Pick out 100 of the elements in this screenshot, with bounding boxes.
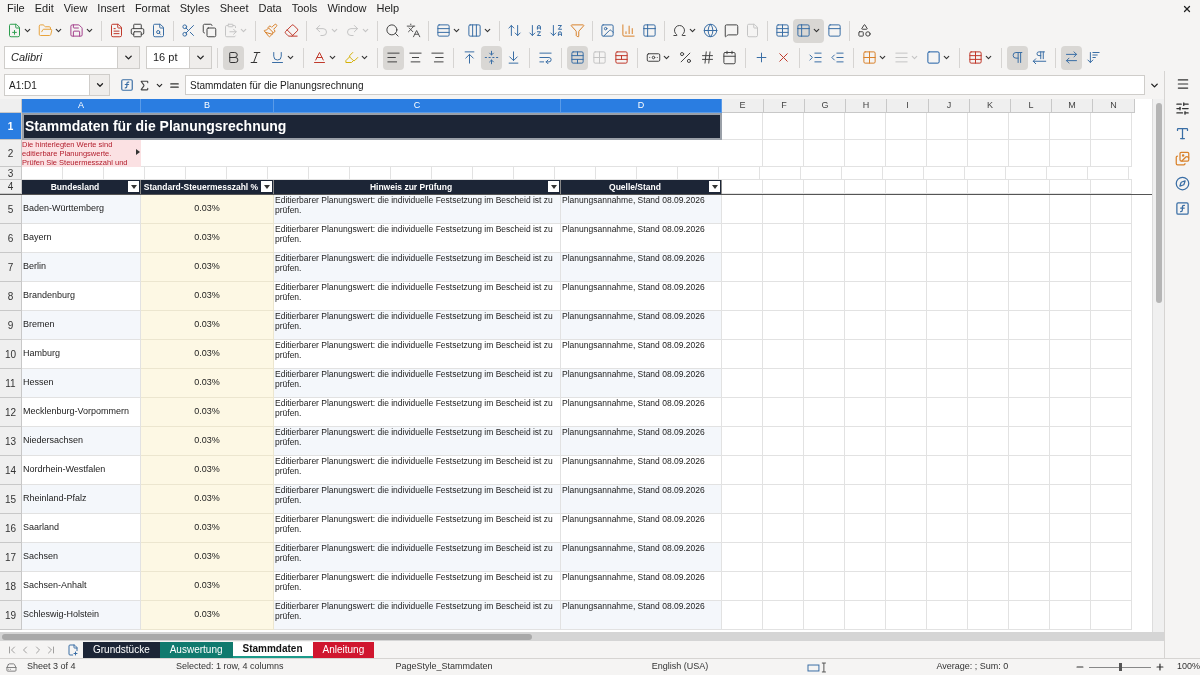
column-header[interactable]: C [274,99,561,113]
filter-dropdown-button[interactable] [261,181,272,192]
column-header[interactable]: L [1011,99,1052,113]
row-header[interactable]: 2 [0,140,22,167]
menu-item[interactable]: View [58,0,93,17]
menu-item[interactable]: Edit [29,0,59,17]
column-header[interactable]: H [846,99,887,113]
name-box[interactable]: A1:D1 [4,74,110,96]
row-header[interactable]: 8 [0,282,22,311]
zoom-thumb[interactable] [1119,663,1123,671]
column-header[interactable]: J [929,99,970,113]
column-header[interactable]: I [887,99,929,113]
caret-icon [286,53,295,62]
sheet-tab[interactable]: Auswertung [159,641,233,658]
row-header[interactable]: 19 [0,601,22,630]
table-cell: 0.03% [194,608,220,622]
filter-dropdown-button[interactable] [709,181,720,192]
row-header[interactable]: 14 [0,456,22,485]
row-header[interactable]: 17 [0,543,22,572]
row-header[interactable]: 1 [0,113,22,140]
table-cell: Planungsannahme, Stand 08.09.2026 [562,456,705,466]
table-cell: 0.03% [194,521,220,535]
caret-icon [942,53,951,62]
row-header[interactable]: 12 [0,398,22,427]
vertical-text-icon [1086,50,1101,65]
font-size-field[interactable]: 16 pt [146,46,212,69]
table-cell: Editierbarer Planungswert: die individuelle Festsetzung im Bescheid ist zu prüfen. [275,514,553,534]
column-header[interactable]: N [1093,99,1135,113]
close-icon[interactable] [1182,3,1192,14]
row-header[interactable]: 6 [0,224,22,253]
table-cell: Hessen [23,376,54,390]
sheet-tab[interactable]: Stammdaten [232,641,313,658]
filter-dropdown-button[interactable] [548,181,559,192]
row-header[interactable]: 11 [0,369,22,398]
table-cell: Nordrhein-Westfalen [23,463,106,477]
filter-dropdown-button[interactable] [128,181,139,192]
row-header[interactable]: 13 [0,427,22,456]
first-sheet-icon[interactable] [6,643,18,656]
vertical-scrollbar[interactable] [1152,99,1164,632]
column-header[interactable]: D [561,99,722,113]
merge-center-button[interactable] [567,45,588,70]
function-wizard-icon[interactable] [120,78,134,92]
column-header[interactable]: M [1052,99,1093,113]
menu-item[interactable]: Window [322,0,372,17]
row-header[interactable]: 16 [0,514,22,543]
menu-icon[interactable] [1175,77,1190,91]
table-cell: Planungsannahme, Stand 08.09.2026 [562,398,705,408]
menu-item[interactable]: Format [129,0,175,17]
gallery-icon[interactable] [1175,151,1190,166]
columns-icon [467,23,482,38]
font-name-field[interactable]: Calibri [4,46,140,69]
functions-icon[interactable] [1175,201,1190,216]
horizontal-scrollbar[interactable] [0,632,1164,641]
row-header[interactable]: 9 [0,311,22,340]
pilcrow-button[interactable] [1007,45,1028,70]
zoom-in-icon[interactable] [1155,662,1165,672]
formula-input[interactable]: Stammdaten für die Planungsrechnung [185,75,1145,95]
row-header[interactable]: 3 [0,167,22,180]
sheet-tab[interactable]: Grundstücke [83,641,160,658]
row-header[interactable]: 10 [0,340,22,369]
align-left-button[interactable] [383,45,404,70]
table-cell: Editierbarer Planungswert: die individuelle Festsetzung im Bescheid ist zu prüfen. [275,398,553,418]
row-header[interactable]: 5 [0,195,22,224]
sheet-tab[interactable]: Anleitung [312,641,375,658]
sum-icon[interactable] [138,78,151,92]
column-header[interactable]: A [22,99,141,113]
last-sheet-icon[interactable] [45,643,57,656]
styles-icon[interactable] [1175,126,1190,141]
menu-item[interactable]: Sheet [214,0,254,17]
column-header[interactable]: G [805,99,846,113]
bold-button[interactable] [223,45,244,70]
menu-item[interactable]: File [2,0,30,17]
dropdown-icon [123,52,134,63]
row-header[interactable]: 15 [0,485,22,514]
column-header[interactable]: F [764,99,805,113]
add-sheet-icon[interactable] [67,643,79,656]
navigator-icon[interactable] [1175,176,1190,191]
menu-item[interactable]: Insert [92,0,130,17]
row-header[interactable]: 18 [0,572,22,601]
column-heading-text: Standard-Steuermesszahl % [143,180,259,194]
menu-item[interactable]: Data [253,0,287,17]
row-header[interactable]: 4 [0,180,22,194]
menu-item[interactable]: Styles [174,0,215,17]
unmerge-cells-icon [614,50,629,65]
freeze-rows-button[interactable] [793,18,824,43]
column-header[interactable]: B [141,99,274,113]
text-direction-button[interactable] [1061,45,1082,70]
delete-decimal-icon [776,50,791,65]
column-header[interactable]: K [970,99,1011,113]
title-cell: Stammdaten für die Planungsrechnung [22,113,722,140]
pilcrow-icon [1010,50,1025,65]
align-middle-button[interactable] [481,45,502,70]
border-color-icon [926,50,941,65]
zoom-slider[interactable] [1089,662,1151,672]
row-header[interactable]: 7 [0,253,22,282]
column-header[interactable]: E [722,99,764,113]
menu-item[interactable]: Help [371,0,405,17]
properties-icon[interactable] [1175,101,1190,116]
menu-item[interactable]: Tools [286,0,323,17]
table-cell: Planungsannahme, Stand 08.09.2026 [562,601,705,611]
